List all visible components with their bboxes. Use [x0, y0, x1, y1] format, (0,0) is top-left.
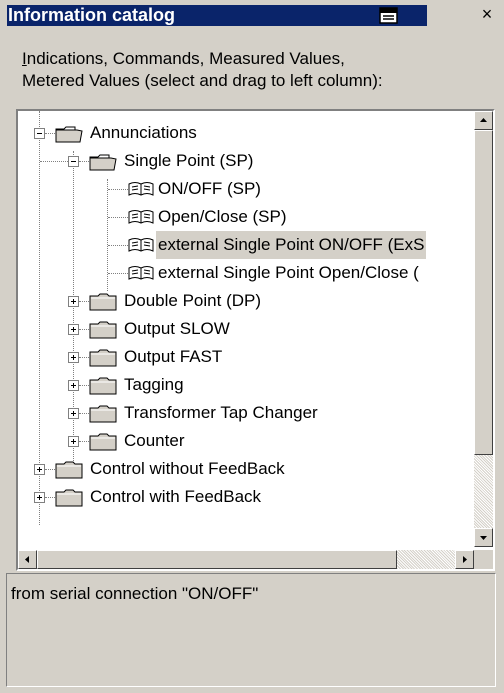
tree-node-label: external Single Point Open/Close ( — [158, 263, 419, 282]
tree-node-label: Open/Close (SP) — [158, 207, 287, 226]
pin-icon[interactable] — [377, 5, 401, 26]
window-title: Information catalog — [7, 5, 224, 26]
collapse-icon[interactable] — [34, 128, 45, 139]
horizontal-scroll-thumb[interactable] — [37, 550, 397, 569]
tree-node-label: Double Point (DP) — [124, 291, 262, 310]
expand-icon[interactable] — [34, 492, 45, 503]
collapse-icon[interactable] — [68, 156, 79, 167]
tree-node-label: Counter — [124, 431, 185, 450]
close-icon[interactable]: × — [478, 5, 496, 24]
tree-node-label: Single Point (SP) — [124, 151, 254, 170]
instructions-text: Indications, Commands, Measured Values, … — [22, 48, 492, 92]
book-icon — [128, 182, 154, 196]
scroll-down-button[interactable] — [474, 528, 493, 547]
scroll-right-button[interactable] — [455, 550, 474, 569]
folder-icon — [89, 349, 117, 367]
tree-node-double-point[interactable]: Double Point (DP) — [18, 287, 474, 315]
information-tree[interactable]: Annunciations Single Point (SP) ON/OFF (… — [16, 109, 495, 571]
expand-icon[interactable] — [68, 324, 79, 335]
tree-node-label: Tagging — [124, 375, 184, 394]
arrow-right-icon — [463, 556, 467, 563]
open-folder-icon — [89, 154, 117, 171]
tree-node-label: ON/OFF (SP) — [158, 179, 261, 198]
folder-icon — [55, 461, 83, 479]
description-panel: from serial connection "ON/OFF" — [6, 573, 496, 687]
tree-node-label: Output FAST — [124, 347, 223, 366]
tree-node-external-sp-on-off[interactable]: external Single Point ON/OFF (ExS — [18, 231, 474, 259]
folder-icon — [89, 321, 117, 339]
title-bar[interactable]: Information catalog × — [0, 0, 504, 30]
scroll-up-button[interactable] — [474, 111, 493, 130]
folder-icon — [89, 293, 117, 311]
book-icon — [128, 266, 154, 280]
expand-icon[interactable] — [68, 296, 79, 307]
tree-node-label: Control with FeedBack — [90, 487, 262, 506]
vertical-scroll-thumb[interactable] — [474, 130, 493, 455]
folder-icon — [89, 405, 117, 423]
tree-node-label: Output SLOW — [124, 319, 230, 338]
tree-viewport: Annunciations Single Point (SP) ON/OFF (… — [18, 111, 474, 547]
scrollbar-corner — [474, 550, 493, 569]
horizontal-scrollbar[interactable] — [18, 550, 474, 569]
tree-node-control-without-feedback[interactable]: Control without FeedBack — [18, 455, 474, 483]
open-folder-icon — [55, 126, 83, 143]
instructions-line2: Metered Values (select and drag to left … — [22, 71, 383, 90]
tree-node-open-close-sp[interactable]: Open/Close (SP) — [18, 203, 474, 231]
instructions-line1: ndications, Commands, Measured Values, — [26, 49, 345, 68]
tree-node-label: external Single Point ON/OFF (ExS — [156, 231, 427, 259]
tree-node-control-with-feedback[interactable]: Control with FeedBack — [18, 483, 474, 511]
tree-node-annunciations[interactable]: Annunciations — [18, 119, 474, 147]
tree-node-label: Transformer Tap Changer — [124, 403, 318, 422]
folder-icon — [55, 489, 83, 507]
folder-icon — [89, 433, 117, 451]
arrow-up-icon — [480, 118, 487, 122]
tree-node-external-sp-open-close[interactable]: external Single Point Open/Close ( — [18, 259, 474, 287]
tree-node-output-slow[interactable]: Output SLOW — [18, 315, 474, 343]
tree-node-output-fast[interactable]: Output FAST — [18, 343, 474, 371]
book-icon — [128, 210, 154, 224]
description-text: from serial connection "ON/OFF" — [11, 584, 259, 603]
tree-node-single-point[interactable]: Single Point (SP) — [18, 147, 474, 175]
arrow-down-icon — [480, 536, 487, 540]
tree-node-on-off-sp[interactable]: ON/OFF (SP) — [18, 175, 474, 203]
expand-icon[interactable] — [34, 464, 45, 475]
expand-icon[interactable] — [68, 408, 79, 419]
vertical-scrollbar[interactable] — [474, 111, 493, 547]
scroll-left-button[interactable] — [18, 550, 37, 569]
arrow-left-icon — [25, 556, 29, 563]
tree-node-counter[interactable]: Counter — [18, 427, 474, 455]
folder-icon — [89, 377, 117, 395]
tree-node-transformer-tap-changer[interactable]: Transformer Tap Changer — [18, 399, 474, 427]
tree-node-tagging[interactable]: Tagging — [18, 371, 474, 399]
tree-node-label: Control without FeedBack — [90, 459, 285, 478]
expand-icon[interactable] — [68, 352, 79, 363]
expand-icon[interactable] — [68, 436, 79, 447]
tree-node-label: Annunciations — [90, 123, 197, 142]
expand-icon[interactable] — [68, 380, 79, 391]
book-icon — [128, 238, 154, 252]
